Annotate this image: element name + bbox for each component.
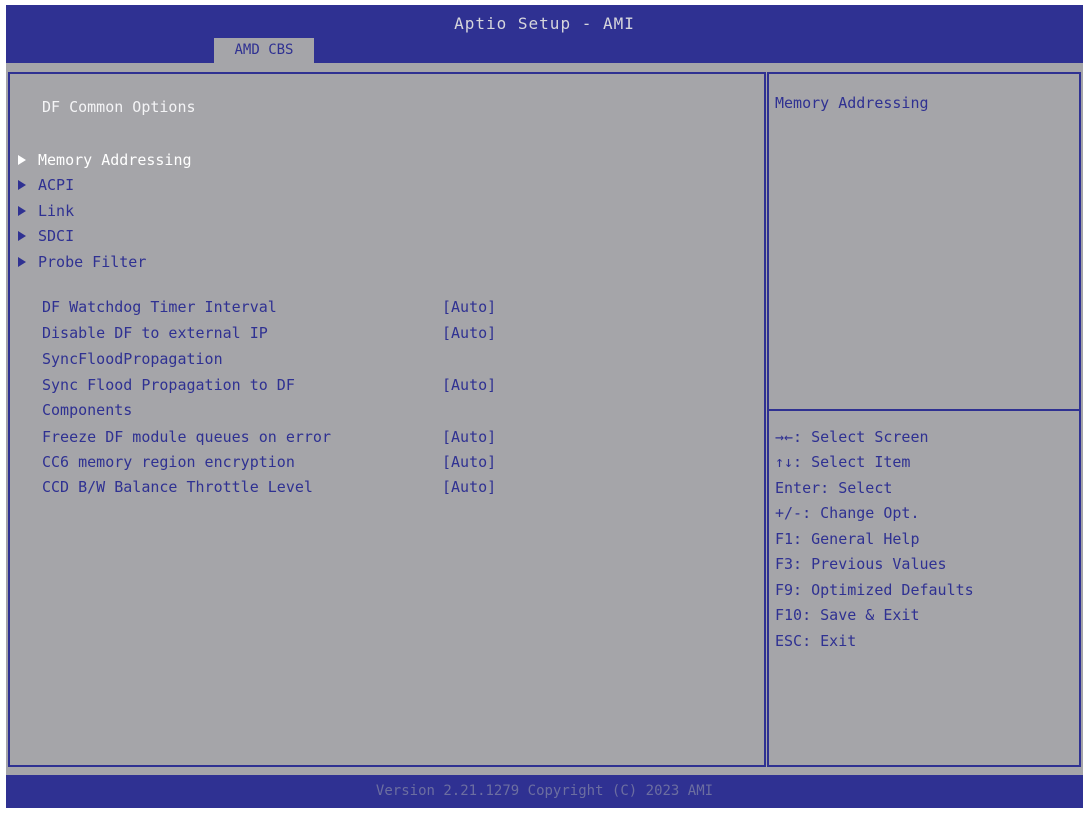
help-divider bbox=[769, 409, 1079, 411]
submenu-label: ACPI bbox=[38, 176, 75, 194]
submenu-probe-filter[interactable]: Probe Filter bbox=[18, 250, 146, 274]
key-hint-select-screen: →←: Select Screen bbox=[775, 428, 929, 446]
help-description: Memory Addressing bbox=[775, 94, 929, 112]
submenu-memory-addressing[interactable]: Memory Addressing bbox=[18, 148, 192, 172]
arrow-right-icon bbox=[18, 154, 26, 165]
option-label-df-watchdog: DF Watchdog Timer Interval bbox=[42, 298, 277, 316]
help-panel: Memory Addressing →←: Select Screen ↑↓: … bbox=[767, 72, 1081, 767]
option-label-cc6-encryption: CC6 memory region encryption bbox=[42, 453, 295, 471]
key-hint-enter: Enter: Select bbox=[775, 479, 893, 497]
arrow-right-icon bbox=[18, 256, 26, 267]
section-title: DF Common Options bbox=[42, 98, 196, 116]
footer-bar: Version 2.21.1279 Copyright (C) 2023 AMI bbox=[6, 775, 1083, 808]
option-value-disable-df-external[interactable]: [Auto] bbox=[442, 324, 496, 342]
option-value-sync-flood[interactable]: [Auto] bbox=[442, 376, 496, 394]
option-value-cc6-encryption[interactable]: [Auto] bbox=[442, 453, 496, 471]
key-hint-esc-exit: ESC: Exit bbox=[775, 632, 857, 650]
option-value-ccd-bw-throttle[interactable]: [Auto] bbox=[442, 478, 496, 496]
option-label-freeze-df-queues: Freeze DF module queues on error bbox=[42, 428, 331, 446]
header-bar: Aptio Setup - AMI AMD CBS bbox=[6, 5, 1083, 63]
submenu-acpi[interactable]: ACPI bbox=[18, 173, 74, 197]
key-hint-select-item: ↑↓: Select Item bbox=[775, 453, 911, 471]
key-hint-general-help: F1: General Help bbox=[775, 530, 920, 548]
submenu-label: Memory Addressing bbox=[38, 151, 192, 169]
main-panel: DF Common Options Memory Addressing ACPI… bbox=[8, 72, 766, 767]
bios-screen: Aptio Setup - AMI AMD CBS DF Common Opti… bbox=[6, 5, 1083, 808]
app-title: Aptio Setup - AMI bbox=[454, 14, 635, 33]
option-label-sync-flood: Sync Flood Propagation to DF bbox=[42, 376, 295, 394]
arrow-right-icon bbox=[18, 205, 26, 216]
key-hint-previous-values: F3: Previous Values bbox=[775, 555, 947, 573]
option-value-df-watchdog[interactable]: [Auto] bbox=[442, 298, 496, 316]
submenu-label: Link bbox=[38, 202, 75, 220]
tab-amd-cbs[interactable]: AMD CBS bbox=[214, 38, 314, 63]
submenu-sdci[interactable]: SDCI bbox=[18, 224, 74, 248]
submenu-link[interactable]: Link bbox=[18, 199, 74, 223]
key-hint-change-opt: +/-: Change Opt. bbox=[775, 504, 920, 522]
version-copyright: Version 2.21.1279 Copyright (C) 2023 AMI bbox=[375, 783, 714, 799]
option-label-disable-df-external-cont: SyncFloodPropagation bbox=[42, 350, 223, 368]
option-label-sync-flood-cont: Components bbox=[42, 401, 133, 419]
arrow-right-icon bbox=[18, 230, 26, 241]
option-label-disable-df-external: Disable DF to external IP bbox=[42, 324, 268, 342]
option-value-freeze-df-queues[interactable]: [Auto] bbox=[442, 428, 496, 446]
submenu-label: SDCI bbox=[38, 227, 75, 245]
key-hint-save-exit: F10: Save & Exit bbox=[775, 606, 920, 624]
key-hint-optimized-defaults: F9: Optimized Defaults bbox=[775, 581, 974, 599]
submenu-label: Probe Filter bbox=[38, 253, 147, 271]
option-label-ccd-bw-throttle: CCD B/W Balance Throttle Level bbox=[42, 478, 313, 496]
arrow-right-icon bbox=[18, 179, 26, 190]
